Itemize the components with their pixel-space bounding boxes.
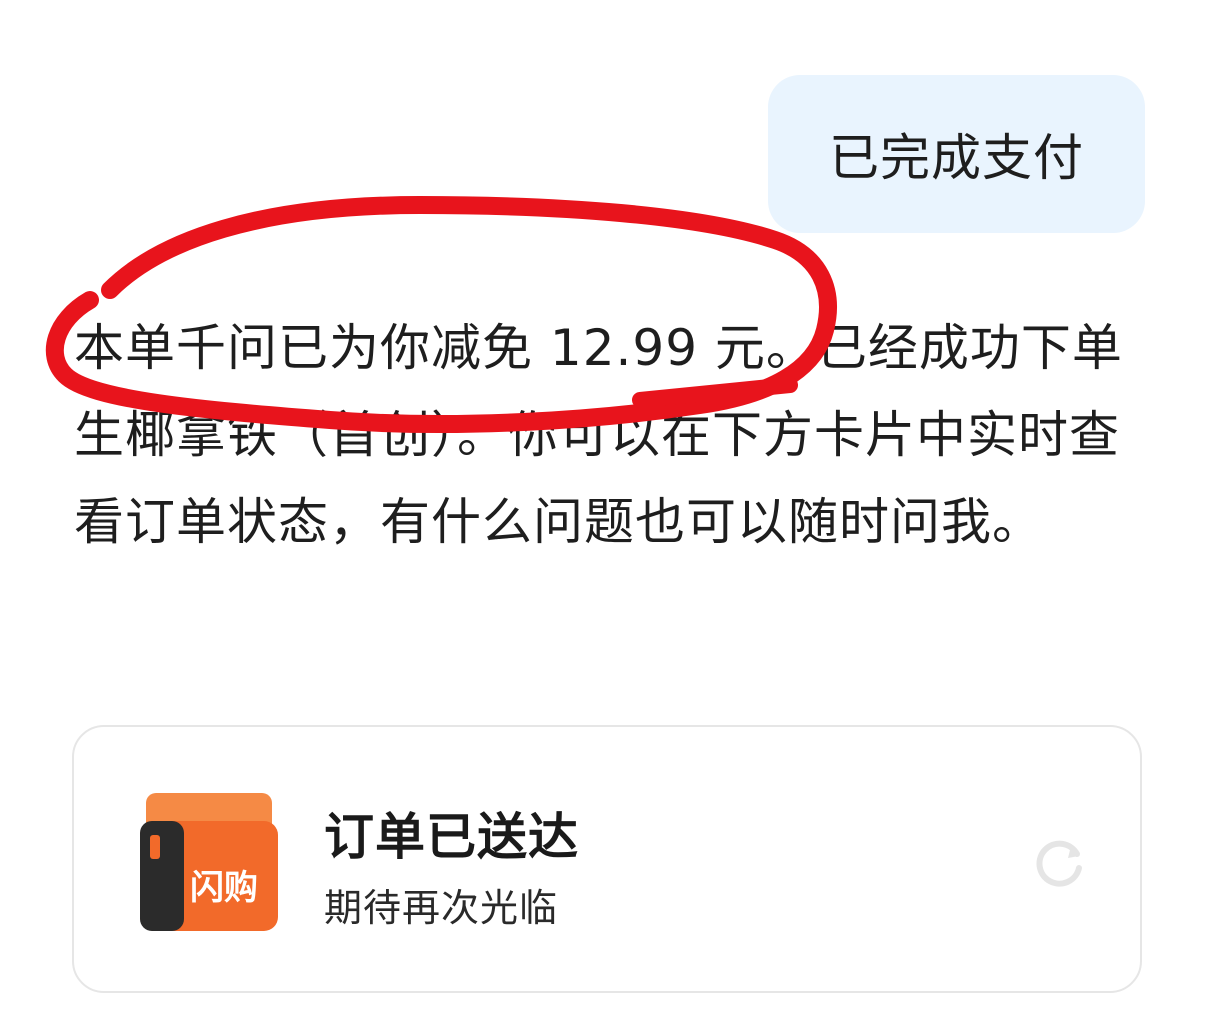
order-status-title: 订单已送达 [324, 808, 579, 866]
user-message-text: 已完成支付 [829, 129, 1084, 187]
order-status-subtitle: 期待再次光临 [324, 886, 559, 930]
user-message-bubble: 已完成支付 [768, 75, 1145, 233]
assistant-reply-text: 本单千问已为你减免 12.99 元。已经成功下单 生椰拿铁（首创）。你可以在下方… [74, 319, 1123, 551]
order-status-card[interactable]: 闪购 订单已送达 期待再次光临 [72, 725, 1142, 993]
refresh-icon[interactable] [1030, 834, 1088, 892]
delivery-box-icon: 闪购 [134, 787, 284, 937]
box-label: 闪购 [190, 868, 258, 908]
